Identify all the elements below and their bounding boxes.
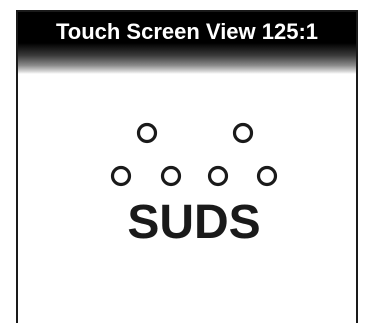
bubble-bottom-2 xyxy=(160,165,182,187)
suds-logo: SUDS xyxy=(110,122,278,249)
bubble-bottom-3 xyxy=(207,165,229,187)
bubble-top-left xyxy=(136,122,158,144)
suds-label: SUDS xyxy=(127,196,260,249)
bubble-top-right xyxy=(232,122,254,144)
bubble-bottom-1 xyxy=(110,165,132,187)
bubble-bottom-4 xyxy=(256,165,278,187)
suds-bubbles-icon xyxy=(110,122,278,187)
touch-screen-frame: Touch Screen View 125:1 SUDS xyxy=(16,10,358,323)
